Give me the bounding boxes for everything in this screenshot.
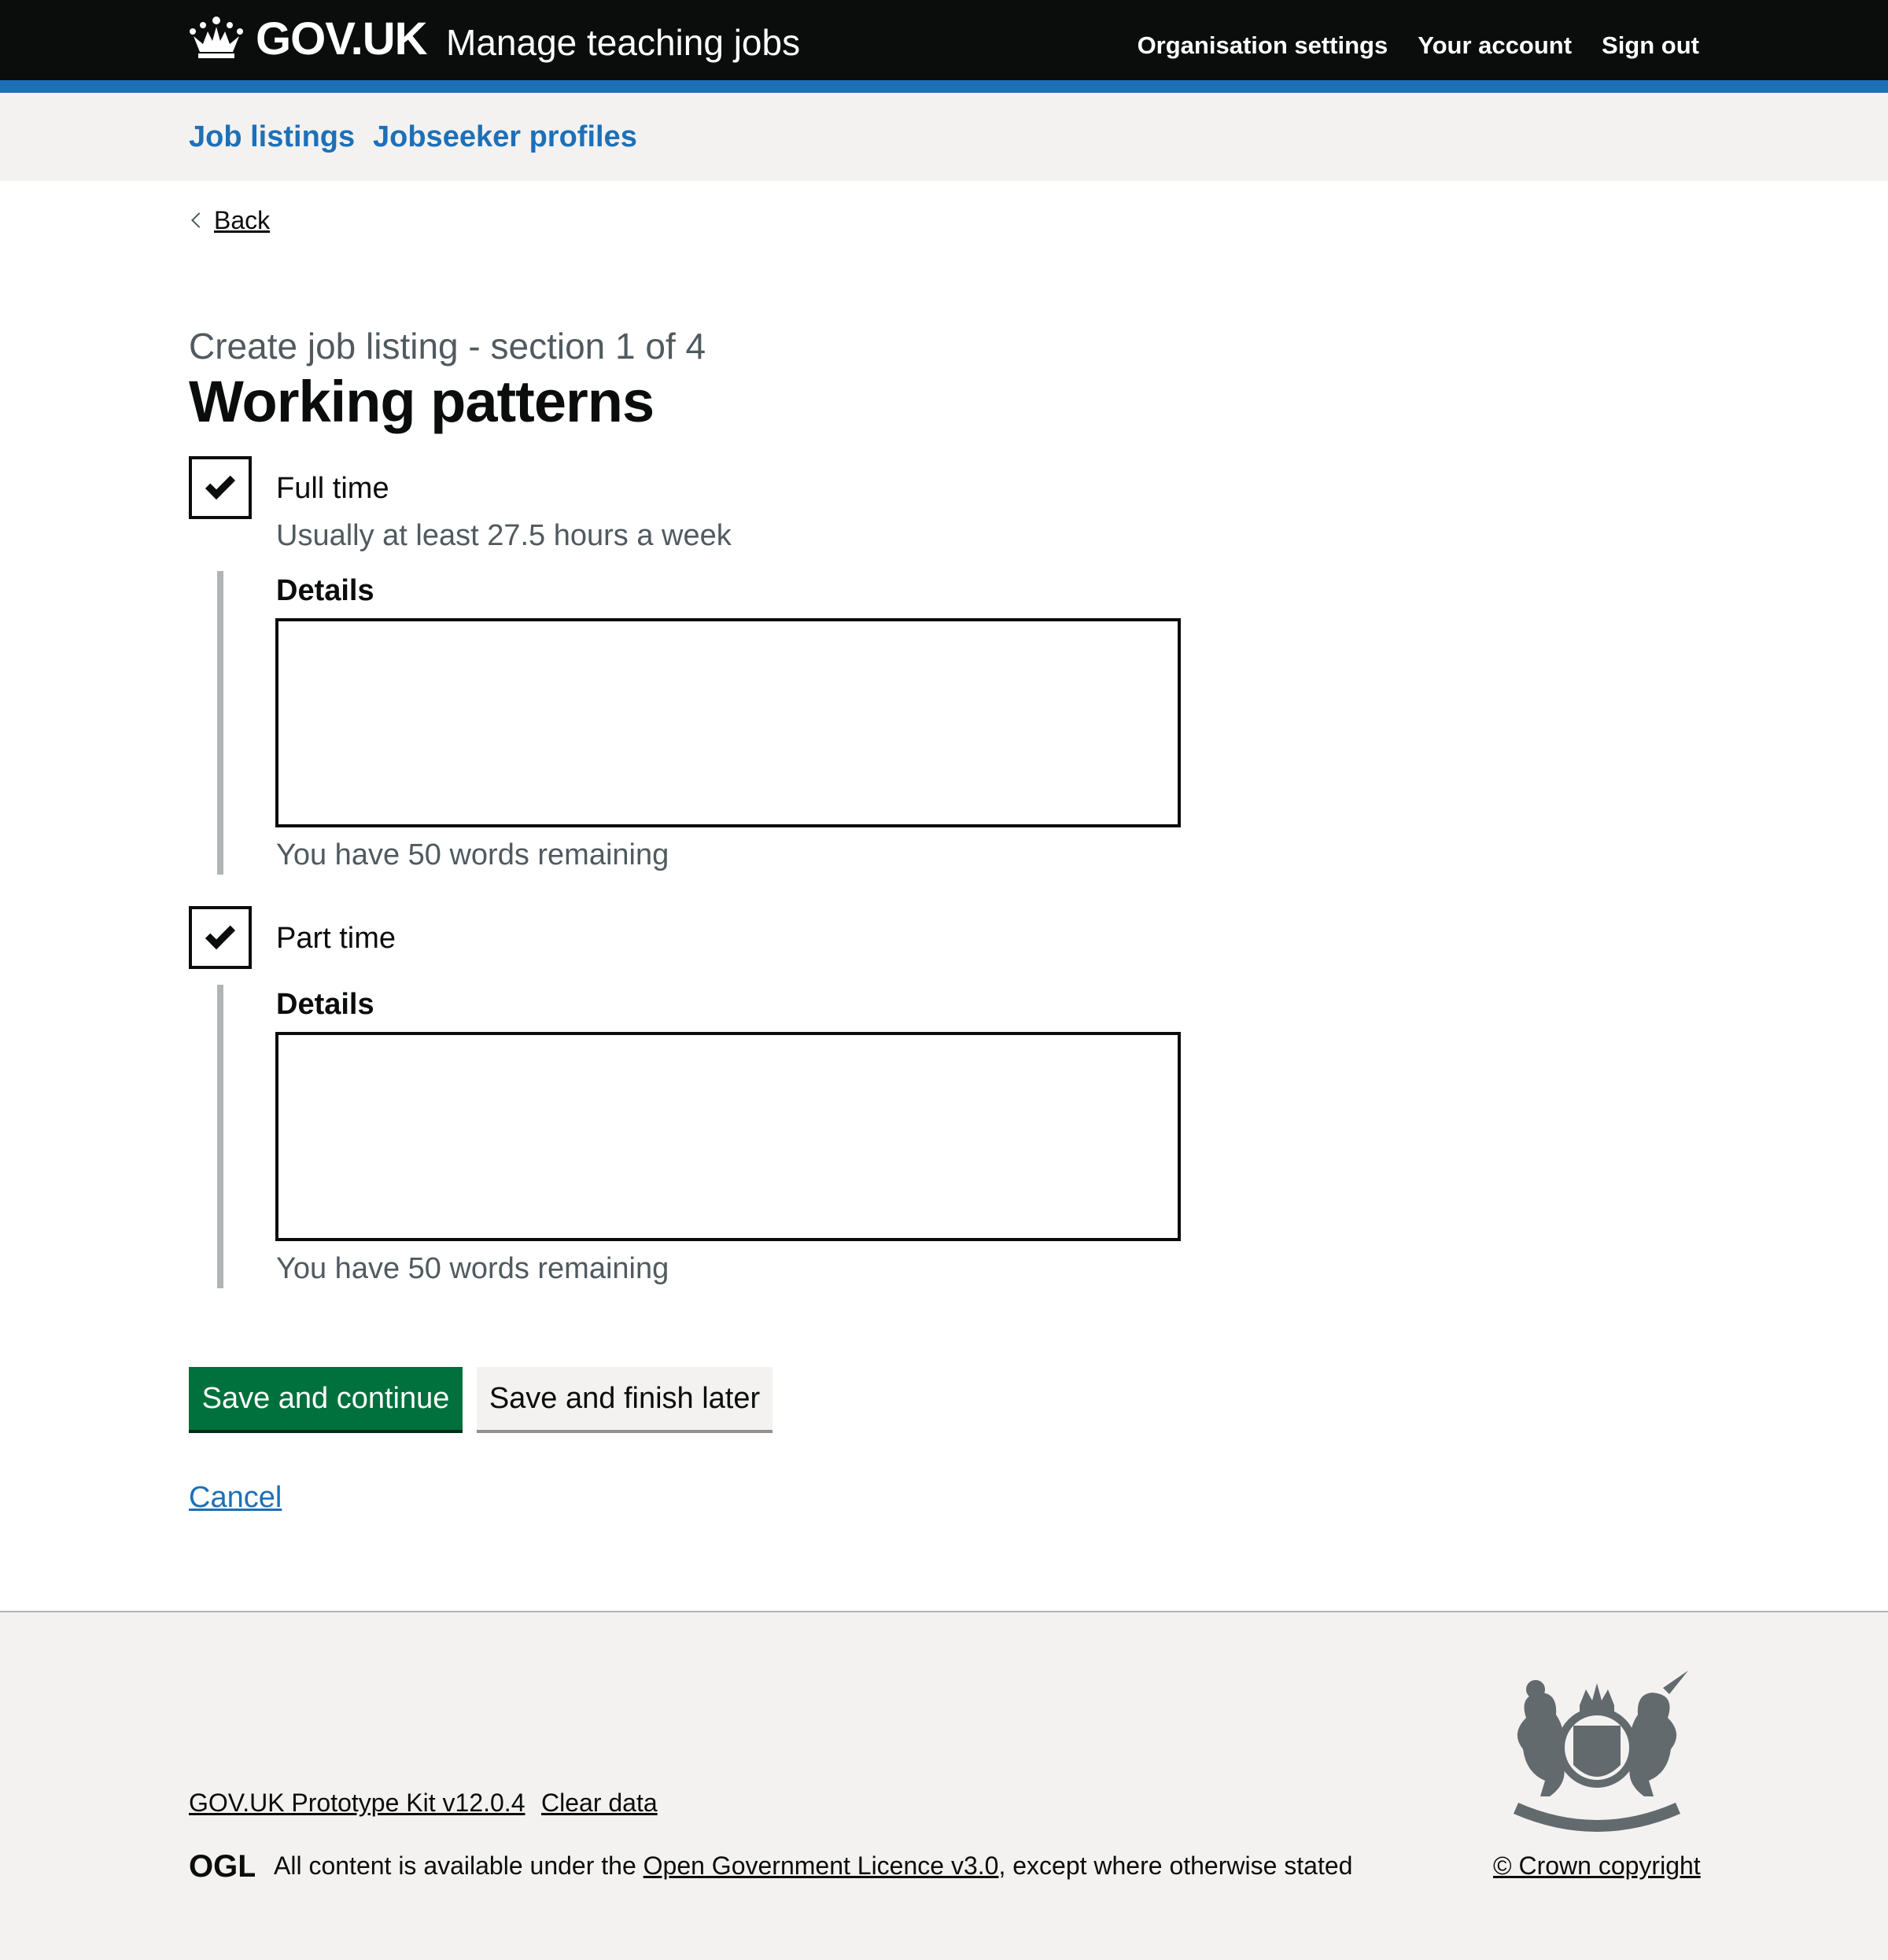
- licence-prefix: All content is available under the: [274, 1851, 643, 1880]
- full-time-details-textarea[interactable]: [275, 618, 1181, 827]
- part-time-word-count: You have 50 words remaining: [276, 1252, 669, 1285]
- checkmark-icon: [205, 919, 236, 950]
- footer-clear-data-link[interactable]: Clear data: [541, 1785, 658, 1820]
- crown-copyright-link[interactable]: © Crown copyright: [1493, 1848, 1701, 1883]
- save-and-continue-button[interactable]: Save and continue: [189, 1367, 463, 1430]
- header-nav-your-account[interactable]: Your account: [1418, 28, 1572, 63]
- part-time-label[interactable]: Part time: [276, 919, 396, 958]
- page-title: Working patterns: [189, 369, 655, 434]
- site-header: GOV.UK Manage teaching jobs Organisation…: [0, 0, 1888, 80]
- page-caption: Create job listing - section 1 of 4: [189, 326, 706, 367]
- header-nav-organisation-settings[interactable]: Organisation settings: [1138, 28, 1388, 63]
- part-time-checkbox[interactable]: [189, 906, 252, 969]
- licence-text: All content is available under the Open …: [274, 1848, 1352, 1883]
- full-time-conditional-bar: [217, 571, 223, 875]
- save-and-finish-later-button[interactable]: Save and finish later: [477, 1367, 773, 1430]
- full-time-hint: Usually at least 27.5 hours a week: [276, 519, 732, 552]
- part-time-details-label: Details: [276, 988, 374, 1021]
- ogl-logo-icon: OGL: [189, 1849, 255, 1883]
- part-time-details-textarea[interactable]: [275, 1032, 1181, 1241]
- open-government-licence-link[interactable]: Open Government Licence v3.0: [643, 1851, 999, 1880]
- header-nav: Organisation settings Your account Sign …: [1138, 28, 1699, 63]
- footer-prototype-kit-link[interactable]: GOV.UK Prototype Kit v12.0.4: [189, 1785, 525, 1820]
- royal-coat-of-arms-icon: [1514, 1671, 1688, 1832]
- service-name[interactable]: Manage teaching jobs: [446, 17, 800, 68]
- checkmark-icon: [205, 469, 236, 500]
- header-accent-stripe: [0, 80, 1888, 93]
- part-time-conditional-bar: [217, 985, 223, 1288]
- chevron-left-icon: [191, 212, 207, 228]
- full-time-checkbox[interactable]: [189, 456, 252, 519]
- secondary-nav: Job listings Jobseeker profiles: [0, 93, 1888, 181]
- back-link-wrapper: Back: [189, 203, 270, 238]
- full-time-details-label: Details: [276, 574, 374, 607]
- cancel-link[interactable]: Cancel: [189, 1476, 282, 1520]
- header-nav-sign-out[interactable]: Sign out: [1602, 28, 1699, 63]
- full-time-label[interactable]: Full time: [276, 469, 389, 508]
- back-link[interactable]: Back: [214, 203, 270, 238]
- nav-jobseeker-profiles[interactable]: Jobseeker profiles: [373, 120, 637, 154]
- full-time-word-count: You have 50 words remaining: [276, 838, 669, 871]
- ogl-logo-text: OGL: [189, 1849, 255, 1883]
- licence-suffix: , except where otherwise stated: [998, 1851, 1353, 1880]
- govuk-logo[interactable]: GOV.UK: [256, 11, 427, 68]
- nav-job-listings[interactable]: Job listings: [189, 120, 355, 154]
- crown-icon: [190, 17, 243, 58]
